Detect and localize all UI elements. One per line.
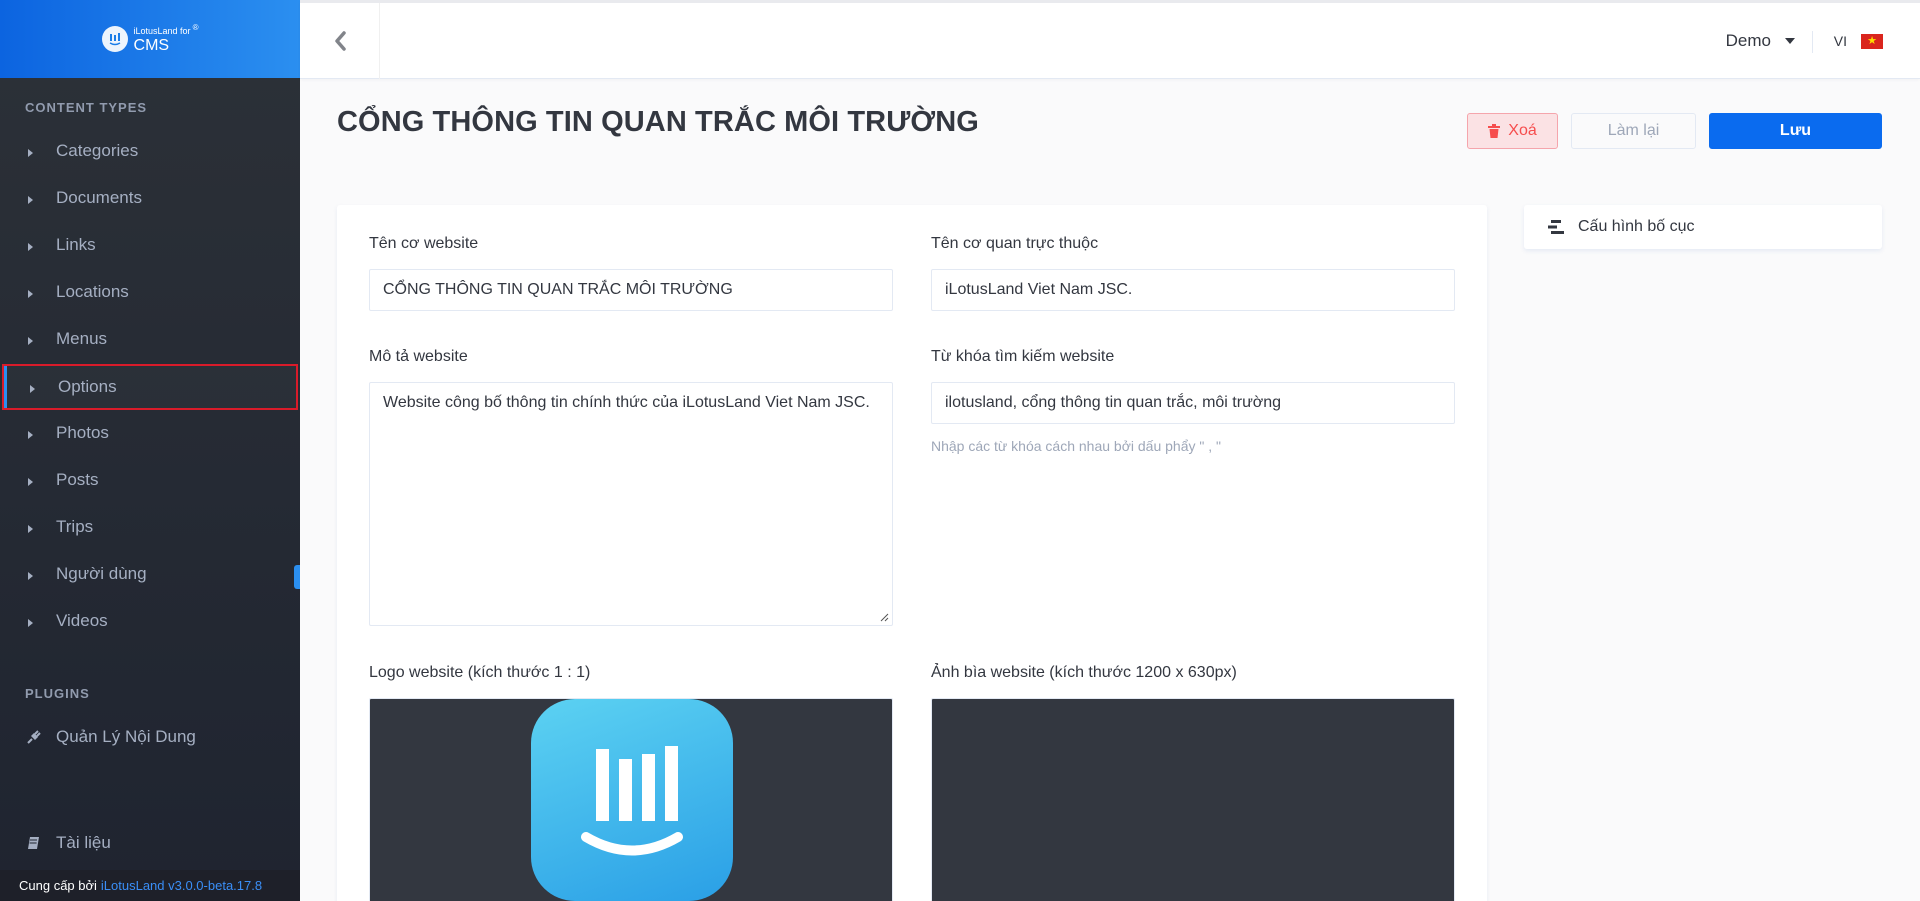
brand-big-text: CMS (133, 37, 170, 54)
sidebar-item-options[interactable]: Options (2, 364, 298, 410)
caret-right-icon (28, 525, 33, 533)
layout-config-label: Cấu hình bố cục (1578, 218, 1695, 235)
layout-config-button[interactable]: Cấu hình bố cục (1524, 205, 1882, 249)
layout-settings-icon (1548, 220, 1564, 234)
sidebar-item-label: Posts (56, 470, 99, 489)
language-switcher[interactable]: VI ★ (1834, 3, 1883, 79)
plugin-label: Tài liệu (56, 833, 111, 852)
org-label: Tên cơ quan trực thuộc (931, 235, 1099, 252)
plugin-content-manager[interactable]: Quản Lý Nội Dung (0, 717, 300, 757)
site-name-label: Tên cơ website (369, 235, 479, 252)
sidebar-item-menus[interactable]: Menus (0, 316, 300, 362)
plugin-label: Quản Lý Nội Dung (56, 727, 196, 746)
brand-small-text: iLotusLand for ® (133, 23, 199, 36)
site-name-input[interactable]: CỔNG THÔNG TIN QUAN TRẮC MÔI TRƯỜNG (369, 269, 893, 311)
caret-right-icon (28, 619, 33, 627)
sidebar-item-locations[interactable]: Locations (0, 269, 300, 315)
description-textarea[interactable]: Website công bố thông tin chính thức của… (369, 382, 893, 626)
resize-grip-icon[interactable] (879, 612, 889, 622)
delete-button[interactable]: Xoá (1467, 113, 1558, 149)
sidebar-item-posts[interactable]: Posts (0, 457, 300, 503)
sidebar-footer: Cung cấp bởi iLotusLand v3.0.0-beta.17.8 (0, 870, 300, 901)
language-code: VI (1833, 33, 1847, 49)
chevron-left-icon (334, 31, 346, 51)
divider (1812, 31, 1813, 53)
sidebar: iLotusLand for ® CMS CONTENT TYPES Catego… (0, 0, 300, 901)
caret-right-icon (28, 243, 33, 251)
logo-preview-image (531, 699, 733, 901)
save-button[interactable]: Lưu (1709, 113, 1882, 149)
delete-label: Xoá (1508, 122, 1537, 139)
settings-form-card: Tên cơ website CỔNG THÔNG TIN QUAN TRẮC … (337, 205, 1487, 901)
sidebar-item-label: Videos (56, 611, 108, 630)
vietnam-flag-icon: ★ (1861, 33, 1883, 49)
user-menu[interactable]: Demo (1726, 3, 1795, 79)
plugins-heading: PLUGINS (25, 686, 90, 701)
sidebar-item-users[interactable]: Người dùng (0, 551, 300, 597)
sidebar-item-label: Links (56, 235, 96, 254)
sidebar-item-label: Locations (56, 282, 129, 301)
caret-right-icon (30, 385, 35, 393)
footer-prefix: Cung cấp bởi (19, 878, 97, 893)
sidebar-item-label: Options (58, 377, 117, 396)
content-types-heading: CONTENT TYPES (25, 100, 148, 115)
caret-right-icon (28, 478, 33, 486)
description-text: Website công bố thông tin chính thức của… (383, 394, 870, 411)
version-link[interactable]: iLotusLand v3.0.0-beta.17.8 (101, 878, 262, 893)
sidebar-item-videos[interactable]: Videos (0, 598, 300, 644)
caret-right-icon (28, 572, 33, 580)
caret-right-icon (28, 290, 33, 298)
keywords-input[interactable]: ilotusland, cổng thông tin quan trắc, mô… (931, 382, 1455, 424)
reset-button[interactable]: Làm lại (1571, 113, 1696, 149)
sidebar-item-documents[interactable]: Documents (0, 175, 300, 221)
sidebar-item-label: Categories (56, 141, 139, 160)
sidebar-scroll-indicator[interactable] (294, 565, 300, 589)
sidebar-item-label: Trips (56, 517, 94, 536)
sidebar-item-label: Photos (56, 423, 109, 442)
caret-right-icon (28, 149, 33, 157)
logo-upload-box[interactable] (369, 698, 893, 901)
book-icon (24, 836, 44, 850)
sidebar-item-photos[interactable]: Photos (0, 410, 300, 456)
page-title: CỔNG THÔNG TIN QUAN TRẮC MÔI TRƯỜNG (337, 106, 979, 138)
cover-upload-box[interactable] (931, 698, 1455, 901)
reset-label: Làm lại (1607, 122, 1660, 139)
keywords-hint: Nhập các từ khóa cách nhau bởi dấu phẩy … (931, 438, 1222, 454)
plugin-documentation[interactable]: Tài liệu (0, 823, 300, 863)
sidebar-item-label: Documents (56, 188, 142, 207)
back-button[interactable] (300, 3, 380, 79)
trash-icon (1488, 124, 1501, 138)
sidebar-item-trips[interactable]: Trips (0, 504, 300, 550)
top-bar: Demo VI ★ (300, 0, 1920, 79)
caret-right-icon (28, 337, 33, 345)
cms-logo[interactable]: iLotusLand for ® CMS (101, 23, 199, 54)
caret-right-icon (28, 431, 33, 439)
org-input[interactable]: iLotusLand Viet Nam JSC. (931, 269, 1455, 311)
brand-header[interactable]: iLotusLand for ® CMS (0, 0, 300, 78)
user-name: Demo (1725, 31, 1771, 50)
description-label: Mô tả website (369, 348, 468, 365)
logo-label: Logo website (kích thước 1 : 1) (369, 664, 591, 681)
caret-down-icon (1785, 38, 1795, 44)
sidebar-item-label: Menus (56, 329, 108, 348)
plug-icon (24, 729, 44, 745)
sidebar-item-label: Người dùng (56, 564, 147, 583)
cover-label: Ảnh bìa website (kích thước 1200 x 630px… (931, 664, 1237, 681)
sidebar-item-links[interactable]: Links (0, 222, 300, 268)
save-label: Lưu (1779, 122, 1812, 139)
caret-right-icon (28, 196, 33, 204)
keywords-label: Từ khóa tìm kiếm website (931, 348, 1115, 365)
sidebar-item-categories[interactable]: Categories (0, 128, 300, 174)
lotus-logo-icon (101, 26, 128, 52)
